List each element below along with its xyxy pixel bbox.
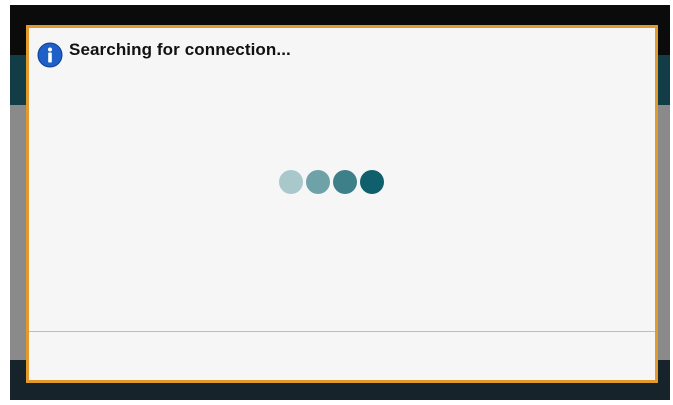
searching-dialog: Searching for connection... xyxy=(26,25,658,383)
dialog-header: Searching for connection... xyxy=(37,36,291,68)
dialog-title: Searching for connection... xyxy=(69,40,291,59)
spinner-dot-4 xyxy=(360,170,384,194)
spinner-dot-1 xyxy=(279,170,303,194)
loading-spinner xyxy=(279,170,384,194)
dialog-footer xyxy=(29,332,655,380)
spinner-dot-3 xyxy=(333,170,357,194)
device-screen: Searching for connection... xyxy=(10,5,670,400)
info-icon xyxy=(37,42,63,68)
spinner-dot-2 xyxy=(306,170,330,194)
